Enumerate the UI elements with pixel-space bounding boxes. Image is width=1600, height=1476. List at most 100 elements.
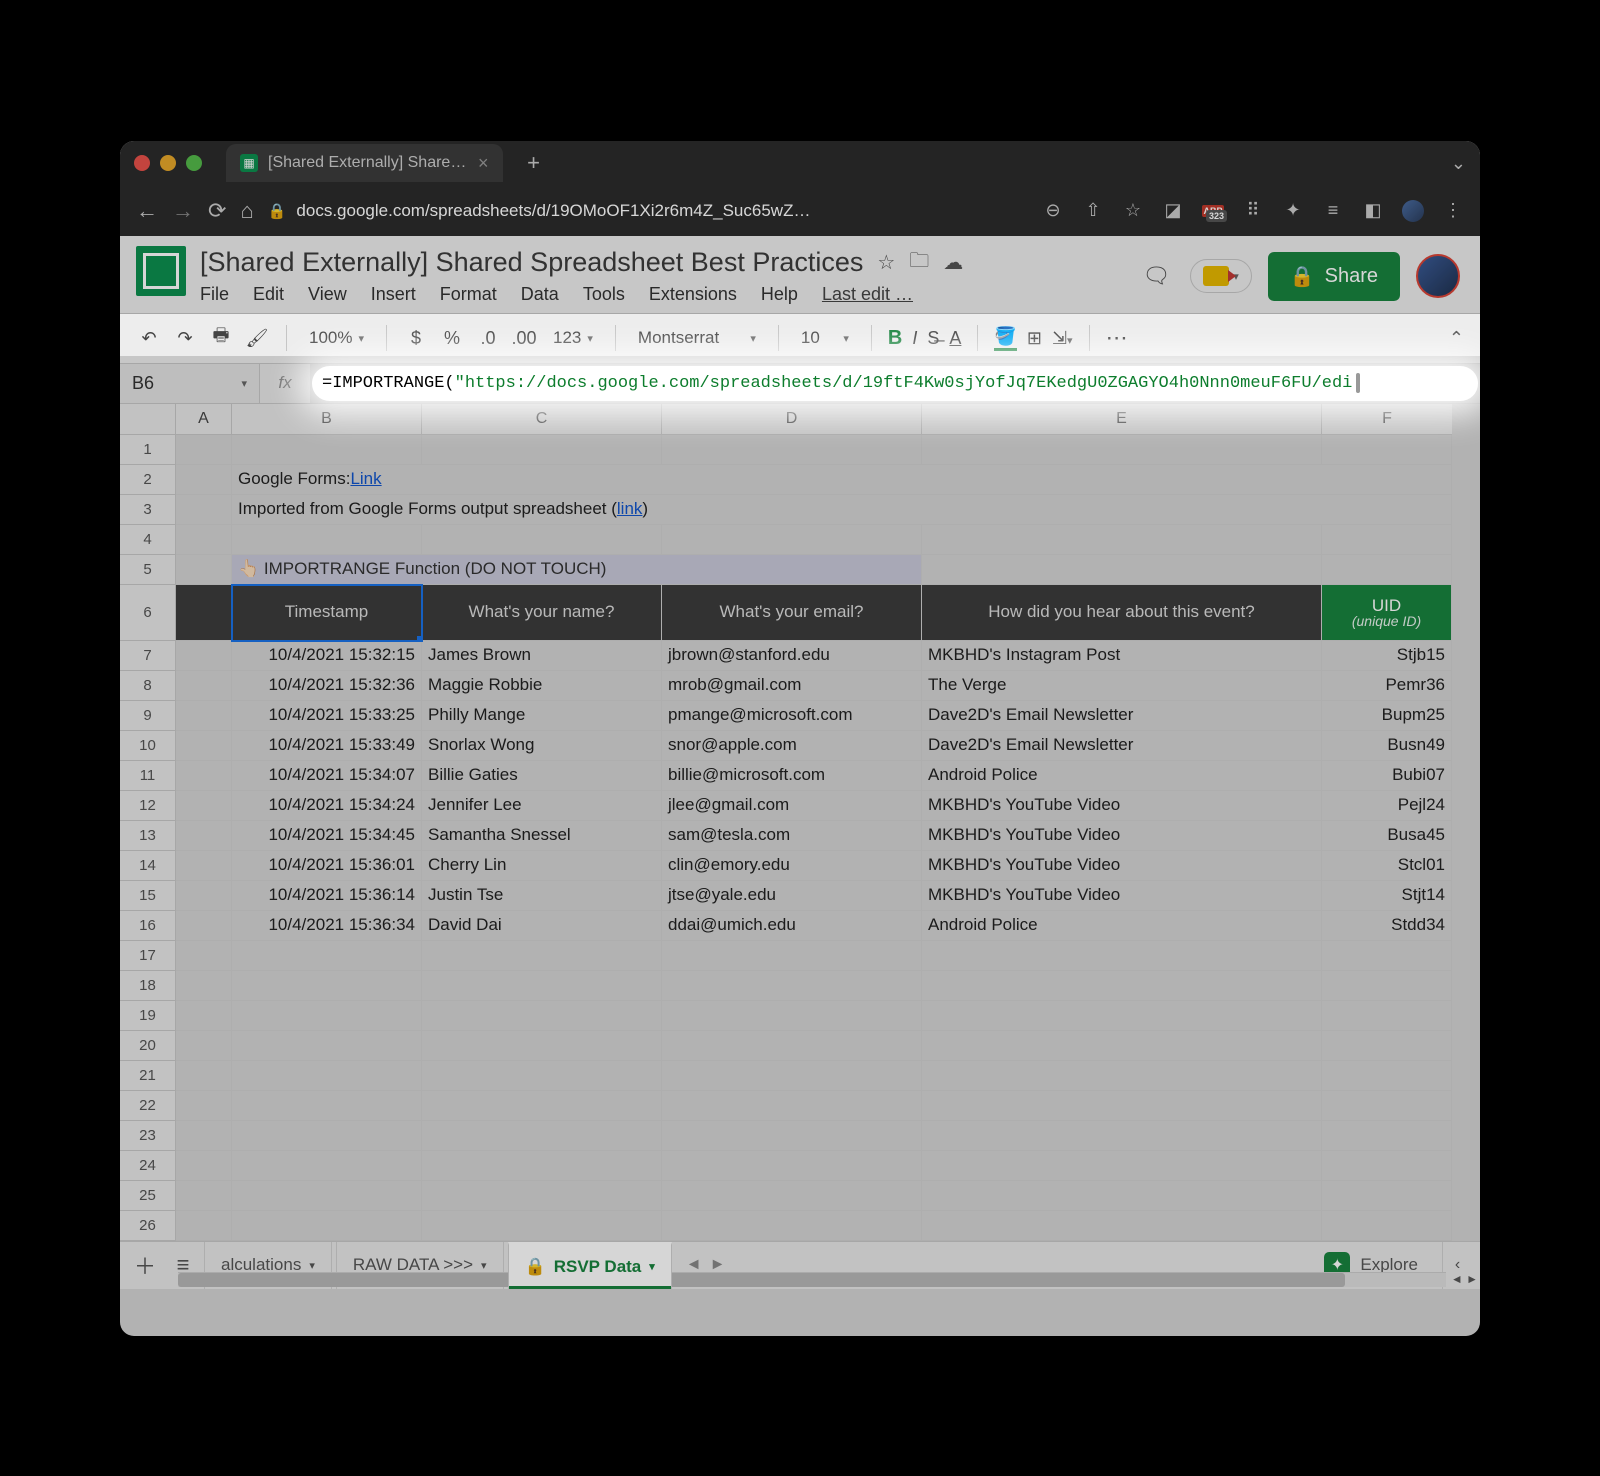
- row-header[interactable]: 22: [120, 1091, 176, 1121]
- header-email[interactable]: What's your email?: [662, 585, 922, 641]
- row-header[interactable]: 17: [120, 941, 176, 971]
- row-header[interactable]: 9: [120, 701, 176, 731]
- cell-name[interactable]: Cherry Lin: [422, 851, 662, 881]
- col-header-d[interactable]: D: [662, 404, 922, 435]
- table-row[interactable]: 1310/4/2021 15:34:45Samantha Snesselsam@…: [120, 821, 1480, 851]
- back-button[interactable]: ←: [136, 198, 158, 224]
- cell-name[interactable]: Philly Mange: [422, 701, 662, 731]
- cell-source[interactable]: MKBHD's YouTube Video: [922, 851, 1322, 881]
- cell-source[interactable]: MKBHD's YouTube Video: [922, 791, 1322, 821]
- header-uid[interactable]: UID (unique ID): [1322, 585, 1452, 641]
- row[interactable]: 20: [120, 1031, 1480, 1061]
- cloud-status-icon[interactable]: ☁: [943, 250, 963, 275]
- cell-email[interactable]: jbrown@stanford.edu: [662, 641, 922, 671]
- cell-uid[interactable]: Busn49: [1322, 731, 1452, 761]
- row-header[interactable]: 11: [120, 761, 176, 791]
- menu-extensions[interactable]: Extensions: [649, 284, 737, 305]
- name-box[interactable]: B6 ▾: [120, 364, 260, 403]
- cell-timestamp[interactable]: 10/4/2021 15:33:49: [232, 731, 422, 761]
- table-row[interactable]: 910/4/2021 15:33:25Philly Mangepmange@mi…: [120, 701, 1480, 731]
- col-header-c[interactable]: C: [422, 404, 662, 435]
- row[interactable]: 22: [120, 1091, 1480, 1121]
- row[interactable]: 23: [120, 1121, 1480, 1151]
- decrease-decimal-button[interactable]: .0: [475, 328, 501, 349]
- cell-email[interactable]: sam@tesla.com: [662, 821, 922, 851]
- sheet-tab-rsvp-data[interactable]: 🔒RSVP Data▾: [508, 1242, 672, 1289]
- print-button[interactable]: 🖶: [208, 323, 234, 353]
- percent-button[interactable]: %: [439, 328, 465, 349]
- row-header[interactable]: 10: [120, 731, 176, 761]
- cell-uid[interactable]: Pemr36: [1322, 671, 1452, 701]
- sheets-logo-icon[interactable]: [136, 246, 186, 296]
- row-header[interactable]: 16: [120, 911, 176, 941]
- cell-source[interactable]: MKBHD's YouTube Video: [922, 821, 1322, 851]
- cell-timestamp[interactable]: 10/4/2021 15:36:34: [232, 911, 422, 941]
- table-row[interactable]: 1410/4/2021 15:36:01Cherry Linclin@emory…: [120, 851, 1480, 881]
- cell-source[interactable]: Dave2D's Email Newsletter: [922, 731, 1322, 761]
- cell-source[interactable]: The Verge: [922, 671, 1322, 701]
- more-formats-dropdown[interactable]: 123▾: [547, 328, 599, 348]
- cell-email[interactable]: billie@microsoft.com: [662, 761, 922, 791]
- cell-source[interactable]: MKBHD's Instagram Post: [922, 641, 1322, 671]
- cell-uid[interactable]: Stjt14: [1322, 881, 1452, 911]
- row-header[interactable]: 1: [120, 435, 176, 465]
- cell-source[interactable]: MKBHD's YouTube Video: [922, 881, 1322, 911]
- row-header[interactable]: 24: [120, 1151, 176, 1181]
- table-row[interactable]: 1110/4/2021 15:34:07Billie Gatiesbillie@…: [120, 761, 1480, 791]
- cell-uid[interactable]: Bubi07: [1322, 761, 1452, 791]
- scroll-thumb[interactable]: [178, 1273, 1345, 1287]
- cell-uid[interactable]: Stcl01: [1322, 851, 1452, 881]
- bold-button[interactable]: B: [888, 327, 902, 350]
- text-color-button[interactable]: A: [949, 328, 961, 349]
- font-size-dropdown[interactable]: 10▾: [795, 328, 855, 348]
- header-name[interactable]: What's your name?: [422, 585, 662, 641]
- row[interactable]: 25: [120, 1181, 1480, 1211]
- row-header[interactable]: 18: [120, 971, 176, 1001]
- cell-email[interactable]: snor@apple.com: [662, 731, 922, 761]
- italic-button[interactable]: I: [912, 328, 917, 349]
- row[interactable]: 26: [120, 1211, 1480, 1241]
- cell-source[interactable]: Android Police: [922, 761, 1322, 791]
- home-button[interactable]: ⌂: [240, 198, 253, 224]
- row-header[interactable]: 26: [120, 1211, 176, 1241]
- row-header[interactable]: 13: [120, 821, 176, 851]
- zoom-dropdown[interactable]: 100%▾: [303, 328, 370, 348]
- strikethrough-button[interactable]: S̶: [927, 328, 939, 349]
- row-header[interactable]: 14: [120, 851, 176, 881]
- header-timestamp[interactable]: Timestamp: [232, 585, 422, 641]
- col-header-a[interactable]: A: [176, 404, 232, 435]
- menu-edit[interactable]: Edit: [253, 284, 284, 305]
- row[interactable]: 24: [120, 1151, 1480, 1181]
- meet-button[interactable]: ▾: [1190, 259, 1252, 293]
- adblock-extension-icon[interactable]: ABP323: [1202, 205, 1224, 217]
- row-header[interactable]: 5: [120, 555, 176, 585]
- header-source[interactable]: How did you hear about this event?: [922, 585, 1322, 641]
- scroll-arrows[interactable]: ◄ ►: [1451, 1272, 1478, 1287]
- importrange-banner[interactable]: 👆🏻 IMPORTRANGE Function (DO NOT TOUCH): [232, 555, 922, 585]
- table-row[interactable]: 810/4/2021 15:32:36Maggie Robbiemrob@gma…: [120, 671, 1480, 701]
- cell-name[interactable]: Samantha Snessel: [422, 821, 662, 851]
- cell-timestamp[interactable]: 10/4/2021 15:33:25: [232, 701, 422, 731]
- row-header[interactable]: 25: [120, 1181, 176, 1211]
- forward-button[interactable]: →: [172, 198, 194, 224]
- bookmark-star-icon[interactable]: ☆: [1122, 200, 1144, 222]
- row-header[interactable]: 19: [120, 1001, 176, 1031]
- new-tab-button[interactable]: +: [519, 150, 549, 176]
- paint-format-button[interactable]: 🖌: [244, 328, 270, 349]
- reload-button[interactable]: ⟳: [208, 198, 226, 224]
- row-header[interactable]: 3: [120, 495, 176, 525]
- col-header-f[interactable]: F: [1322, 404, 1452, 435]
- comments-icon[interactable]: 🗨: [1138, 258, 1174, 294]
- cell-email[interactable]: ddai@umich.edu: [662, 911, 922, 941]
- toolbar-overflow-button[interactable]: ⋯: [1106, 325, 1131, 351]
- horizontal-scrollbar[interactable]: [178, 1272, 1446, 1287]
- redo-button[interactable]: ↷: [172, 328, 198, 349]
- close-tab-icon[interactable]: ×: [478, 153, 489, 174]
- add-sheet-button[interactable]: ＋: [128, 1249, 162, 1281]
- font-dropdown[interactable]: Montserrat▾: [632, 328, 762, 348]
- table-row[interactable]: 1610/4/2021 15:36:34David Daiddai@umich.…: [120, 911, 1480, 941]
- tabs-overflow-icon[interactable]: ⌄: [1451, 153, 1466, 174]
- menu-insert[interactable]: Insert: [371, 284, 416, 305]
- row-header[interactable]: 7: [120, 641, 176, 671]
- cell-uid[interactable]: Busa45: [1322, 821, 1452, 851]
